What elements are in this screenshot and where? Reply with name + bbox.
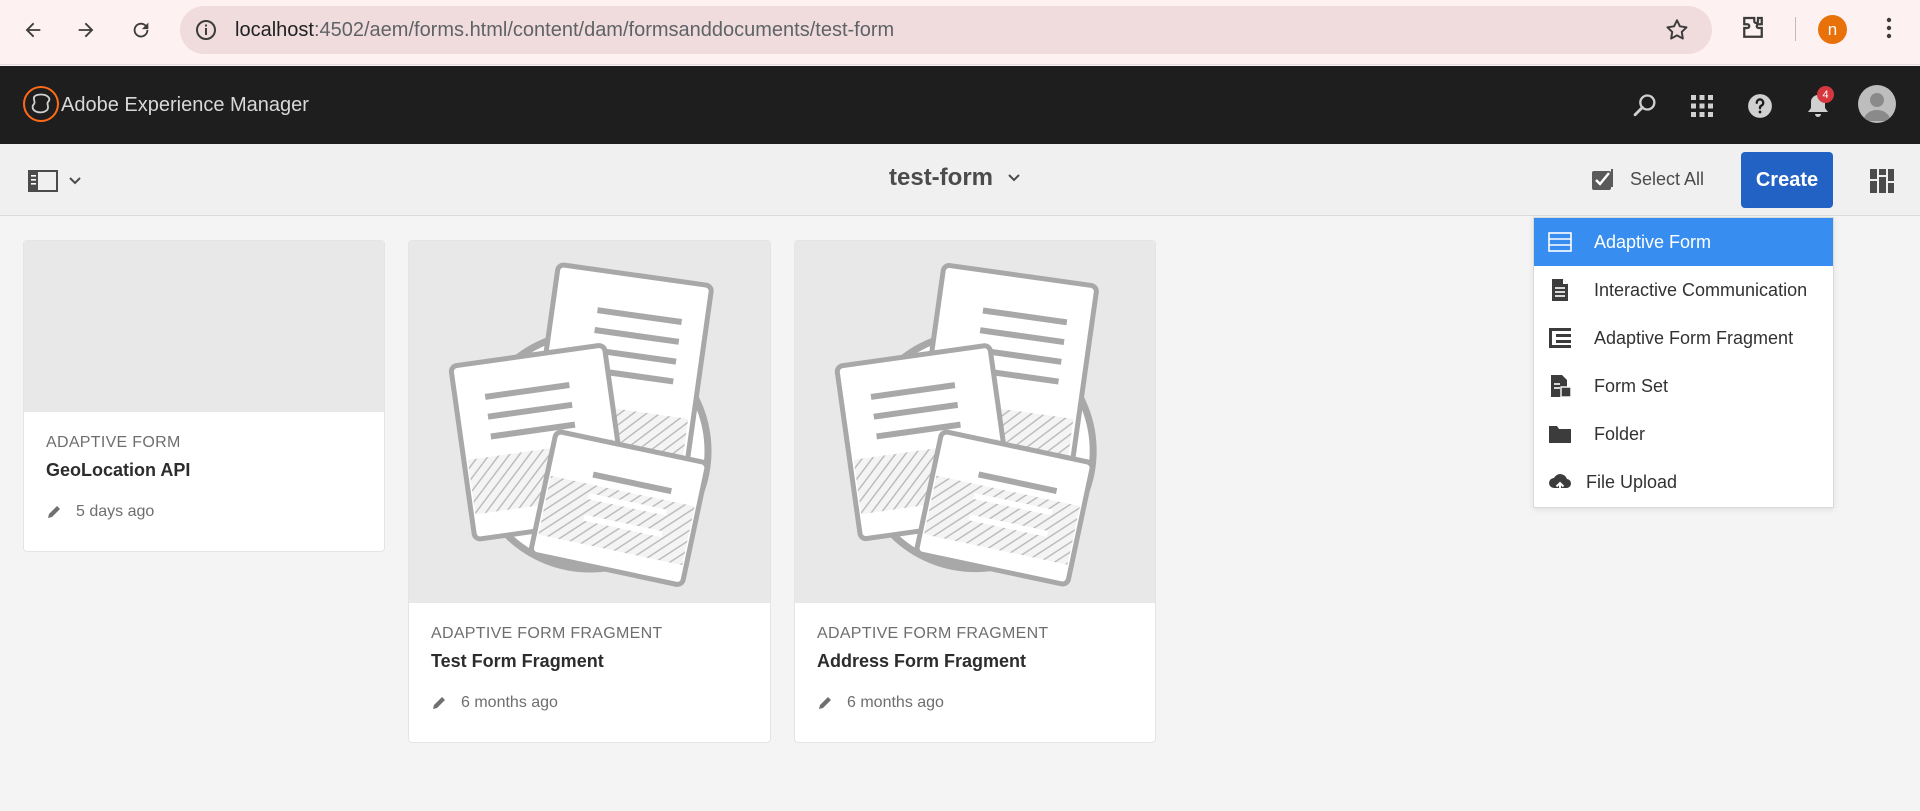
reload-icon [133,22,149,38]
browser-menu-button[interactable] [1874,13,1904,43]
card-type: ADAPTIVE FORM [46,434,181,451]
chevron-down-icon [1008,174,1020,182]
form-set-icon [1551,375,1572,398]
menu-item-label: Form Set [1594,376,1669,396]
chevron-down-icon [69,177,81,185]
card-title: Address Form Fragment [817,651,1027,671]
reload-button[interactable] [122,11,160,49]
card-title: GeoLocation API [46,460,191,480]
select-all-button[interactable]: Select All [1590,166,1704,192]
menu-item-label: File Upload [1586,472,1678,492]
asset-card[interactable]: ADAPTIVE FORM FRAGMENT Test Form Fragmen… [408,240,771,743]
card-modified: 6 months ago [431,694,748,712]
menu-item-form-set[interactable]: Form Set [1534,362,1833,410]
menu-item-label: Interactive Communication [1594,280,1808,300]
create-menu: Adaptive Form Interactive Communication … [1533,217,1834,508]
card-type: ADAPTIVE FORM FRAGMENT [431,625,663,642]
forward-button[interactable] [67,11,105,49]
menu-item-label: Folder [1594,424,1646,444]
search-icon [1633,94,1656,117]
form-fragment-placeholder-icon [448,262,714,587]
document-icon [1552,279,1568,301]
pencil-icon [433,697,445,709]
pencil-icon [48,506,60,518]
page-title-selector[interactable]: test-form [889,164,1021,192]
browser-toolbar: localhost:4502/aem/forms.html/content/da… [0,0,1920,65]
apps-grid-icon [1691,95,1713,117]
aem-header: Adobe Experience Manager 4 [0,66,1920,144]
menu-item-adaptive-form[interactable]: Adaptive Form [1534,218,1833,266]
menu-item-adaptive-form-fragment[interactable]: Adaptive Form Fragment [1534,314,1833,362]
profile-initial: n [1827,19,1838,39]
user-icon [1863,93,1891,121]
menu-item-interactive-communication[interactable]: Interactive Communication [1534,266,1833,314]
extensions-icon[interactable] [1738,13,1768,43]
search-button[interactable] [1629,90,1661,122]
form-fragment-icon [1549,328,1571,348]
card-thumbnail [409,241,770,603]
card-thumbnail [24,241,384,412]
address-bar[interactable]: localhost:4502/aem/forms.html/content/da… [180,6,1712,54]
menu-item-label: Adaptive Form [1594,232,1712,252]
user-avatar[interactable] [1858,85,1896,123]
menu-item-folder[interactable]: Folder [1534,410,1833,458]
cloud-upload-icon [1549,474,1572,492]
card-thumbnail [795,241,1155,603]
site-info-icon[interactable] [194,18,218,42]
menu-item-file-upload[interactable]: File Upload [1534,458,1833,506]
forward-arrow-icon [78,22,94,38]
app-title[interactable]: Adobe Experience Manager [61,94,309,117]
card-modified: 6 months ago [817,694,1133,712]
folder-icon [1549,426,1571,443]
asset-card[interactable]: ADAPTIVE FORM FRAGMENT Address Form Frag… [794,240,1156,743]
checkbox-select-icon [1592,169,1613,190]
back-arrow-icon [25,22,41,38]
asset-card[interactable]: ADAPTIVE FORM GeoLocation API 5 days ago [23,240,385,552]
card-title: Test Form Fragment [431,651,604,671]
page-title: test-form [889,164,994,191]
pencil-icon [819,697,831,709]
profile-avatar[interactable]: n [1818,15,1847,44]
more-vertical-icon [1886,17,1892,39]
aem-logo-icon[interactable] [22,85,60,123]
modified-time: 6 months ago [461,694,558,711]
action-bar: test-form Select All Create [0,144,1920,216]
help-button[interactable] [1744,90,1776,122]
create-button[interactable]: Create [1741,152,1833,208]
rail-toggle-button[interactable] [28,166,92,196]
card-modified: 5 days ago [46,503,362,521]
back-button[interactable] [14,11,52,49]
notification-badge: 4 [1817,86,1834,103]
side-panel-icon [28,170,58,192]
help-icon [1748,94,1772,118]
url-text: localhost:4502/aem/forms.html/content/da… [235,19,895,41]
form-fragment-placeholder-icon [834,263,1099,587]
modified-time: 5 days ago [76,503,155,520]
select-all-label: Select All [1630,168,1705,189]
card-type: ADAPTIVE FORM FRAGMENT [817,625,1049,642]
card-view-icon[interactable] [1869,168,1895,194]
solutions-button[interactable] [1686,90,1718,122]
toolbar-separator [1795,17,1796,41]
adaptive-form-icon [1548,232,1572,252]
bookmark-star-icon[interactable] [1664,17,1690,43]
menu-item-label: Adaptive Form Fragment [1594,328,1794,348]
modified-time: 6 months ago [847,694,944,711]
